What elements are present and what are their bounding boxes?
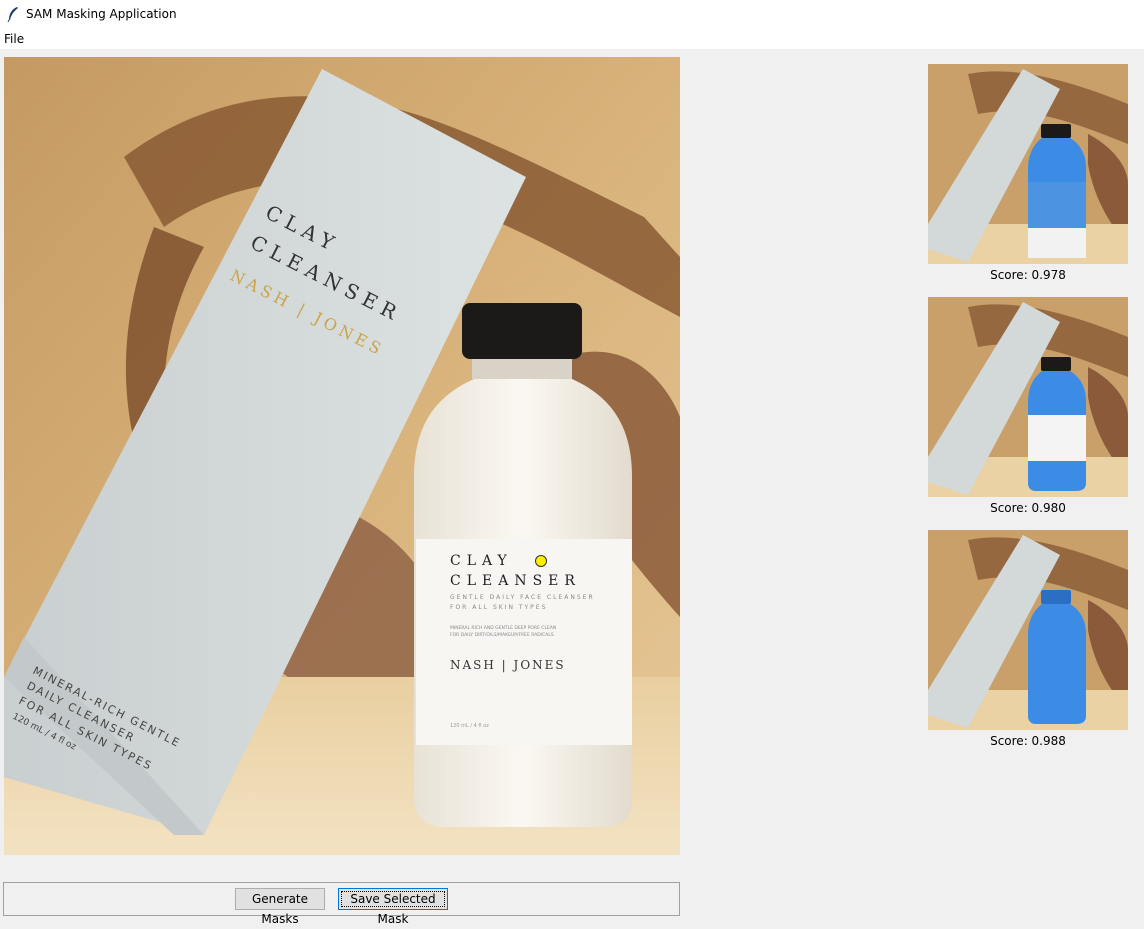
mask-preview-2 xyxy=(928,297,1128,497)
save-selected-mask-button[interactable]: Save Selected Mask xyxy=(338,888,448,926)
bottle-text-volume: 120 mL / 4 fl oz xyxy=(450,723,489,729)
product-photo: CLAY CLEANSER NASH | JONES MINERAL-RICH … xyxy=(4,57,680,855)
mask-preview-1 xyxy=(928,64,1128,264)
mask-score-1: Score: 0.978 xyxy=(990,268,1066,282)
title-bar: SAM Masking Application xyxy=(0,0,1144,30)
mask-score-2: Score: 0.980 xyxy=(990,501,1066,515)
bottle-label xyxy=(416,539,632,745)
mask-preview-3 xyxy=(928,530,1128,730)
main-image-canvas[interactable]: CLAY CLEANSER NASH | JONES MINERAL-RICH … xyxy=(4,57,680,855)
prompt-point-marker xyxy=(535,555,547,567)
feather-icon xyxy=(7,7,18,22)
generate-masks-button[interactable]: Generate Masks xyxy=(235,888,325,926)
bottle-text-cleanser: CLEANSER xyxy=(450,573,581,589)
bottle-text-small1: MINERAL RICH AND GENTLE DEEP PORE CLEAN xyxy=(450,625,556,631)
bottle-text-sub2: FOR ALL SKIN TYPES xyxy=(450,604,547,611)
bottle-text-small2: FOR DAILY DIRT/OILS/MAKEUP/FREE RADICALS xyxy=(450,632,554,638)
mask-score-3: Score: 0.988 xyxy=(990,734,1066,748)
bottle-cap xyxy=(462,303,582,359)
bottle-text-brand: NASH | JONES xyxy=(450,658,566,672)
menu-file[interactable]: File xyxy=(4,32,24,46)
window-title: SAM Masking Application xyxy=(26,7,177,21)
mask-thumbnail-1[interactable] xyxy=(928,64,1128,264)
menu-bar: File xyxy=(0,30,1144,49)
bottle-text-sub1: GENTLE DAILY FACE CLEANSER xyxy=(450,594,595,601)
mask-thumbnail-3[interactable] xyxy=(928,530,1128,730)
bottle-text-clay: CLAY xyxy=(450,553,513,569)
mask-thumbnail-2[interactable] xyxy=(928,297,1128,497)
